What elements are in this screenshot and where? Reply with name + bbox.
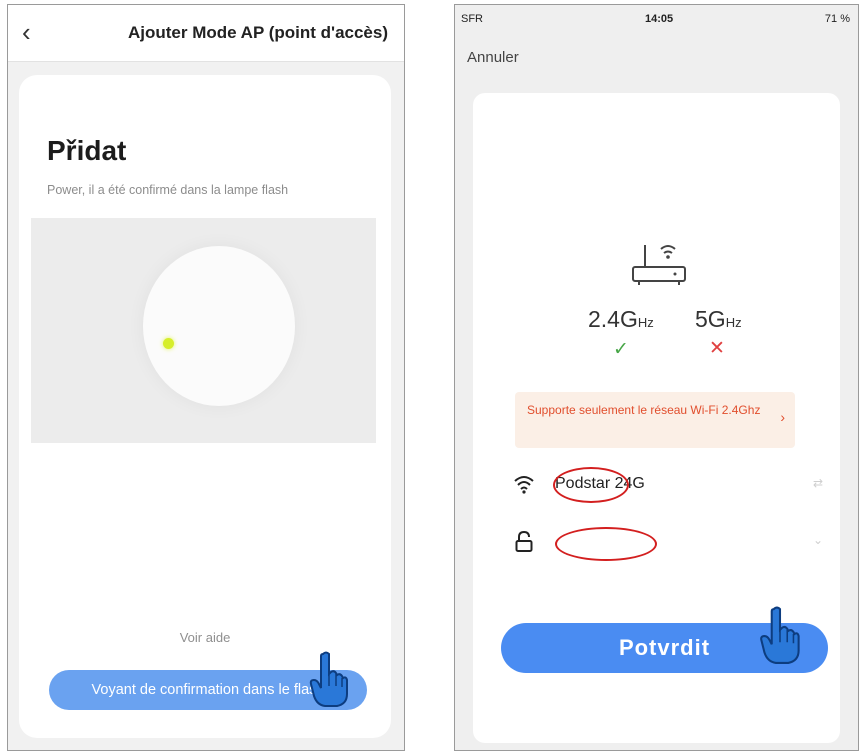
hand-pointer-icon bbox=[760, 606, 800, 664]
show-password-icon[interactable]: ⌄ bbox=[813, 533, 823, 547]
left-phone-screen: ‹ Ajouter Mode AP (point d'accès) Přidat… bbox=[7, 4, 405, 751]
check-icon: ✓ bbox=[613, 339, 629, 360]
password-input-annotation[interactable] bbox=[555, 527, 657, 561]
password-row[interactable]: ⌄ bbox=[513, 527, 823, 563]
lamp-illustration bbox=[31, 218, 376, 443]
switch-network-icon[interactable]: ⇄ bbox=[813, 476, 823, 490]
wifi-icon bbox=[514, 476, 534, 494]
right-phone-screen: SFR 14:05 71 % Annuler 2.4GHz 5GHz ✓ ✕ S… bbox=[454, 4, 859, 751]
status-time: 14:05 bbox=[645, 13, 674, 25]
left-page-title: Ajouter Mode AP (point d'accès) bbox=[127, 23, 388, 42]
indicator-light-icon bbox=[163, 338, 174, 349]
chevron-left-icon[interactable]: ‹ bbox=[22, 17, 31, 48]
notice-text: Supporte seulement le réseau Wi-Fi 2.4Gh… bbox=[527, 403, 761, 417]
hand-pointer-icon bbox=[309, 651, 348, 707]
card-description: Power, il a été confirmé dans la lampe f… bbox=[47, 183, 289, 197]
cancel-link[interactable]: Annuler bbox=[467, 49, 519, 66]
router-icon bbox=[632, 245, 686, 285]
lamp-icon bbox=[143, 246, 295, 406]
lock-icon bbox=[515, 531, 533, 552]
carrier-label: SFR bbox=[461, 13, 483, 25]
cross-icon: ✕ bbox=[709, 338, 725, 359]
band-5ghz-label: 5GHz bbox=[695, 306, 742, 332]
band-24ghz-label: 2.4GHz bbox=[588, 306, 654, 332]
card-heading: Přidat bbox=[47, 135, 127, 166]
left-header: ‹ Ajouter Mode AP (point d'accès) bbox=[8, 5, 404, 62]
left-card: Přidat Power, il a été confirmé dans la … bbox=[19, 75, 391, 738]
battery-label: 71 % bbox=[824, 13, 850, 25]
wifi-network-row[interactable]: Podstar 24G ⇄ bbox=[513, 467, 823, 504]
chevron-right-icon: › bbox=[780, 409, 785, 425]
network-notice[interactable]: Supporte seulement le réseau Wi-Fi 2.4Gh… bbox=[515, 392, 795, 448]
annotation-circle bbox=[553, 467, 629, 503]
wifi-config-card: 2.4GHz 5GHz ✓ ✕ Supporte seulement le ré… bbox=[473, 93, 840, 743]
help-link[interactable]: Voir aide bbox=[19, 630, 391, 645]
status-bar: SFR 14:05 71 % bbox=[455, 5, 858, 35]
